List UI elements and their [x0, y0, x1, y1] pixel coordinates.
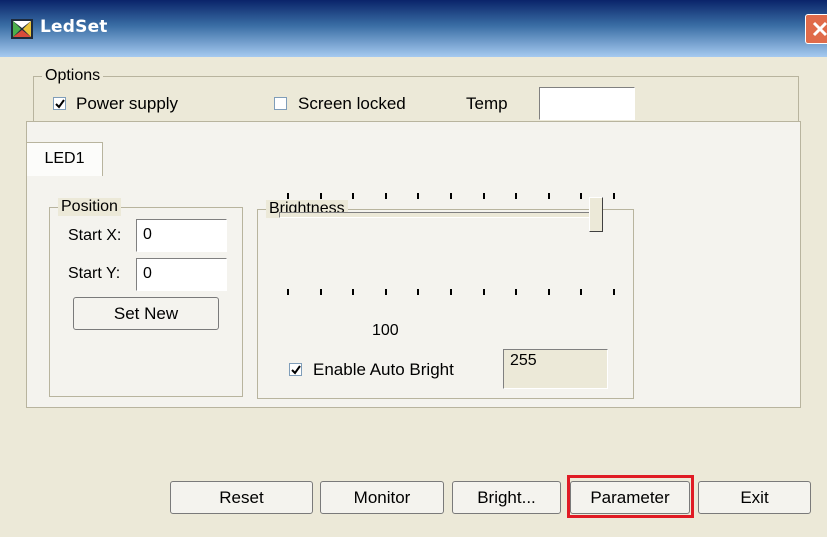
parameter-button[interactable]: Parameter	[570, 481, 690, 514]
slider-tick	[319, 193, 322, 199]
window-title: LedSet	[40, 17, 108, 37]
power-supply-label: Power supply	[76, 94, 179, 113]
power-supply-checkbox[interactable]	[53, 97, 66, 110]
slider-tick	[450, 193, 452, 199]
temp-label: Temp	[466, 94, 508, 113]
slider-tick	[482, 289, 485, 295]
auto-bright-label: Enable Auto Bright	[313, 360, 454, 379]
slider-tick	[352, 193, 355, 199]
slider-tick	[384, 193, 387, 199]
slider-tick	[417, 289, 420, 295]
checkmark-icon	[291, 365, 301, 375]
slider-tick	[417, 193, 420, 199]
screen-locked-label: Screen locked	[298, 94, 406, 113]
screen-locked-checkbox[interactable]	[274, 97, 287, 110]
monitor-button[interactable]: Monitor	[320, 481, 444, 514]
exit-button[interactable]: Exit	[698, 481, 811, 514]
temp-field[interactable]	[539, 87, 635, 120]
position-group-title: Position	[58, 198, 121, 216]
app-logo-icon	[11, 19, 33, 39]
auto-bright-value-field[interactable]: 255	[503, 349, 608, 389]
start-y-field[interactable]: 0	[136, 258, 227, 291]
slider-tick	[613, 289, 615, 295]
slider-tick	[580, 289, 583, 295]
close-button[interactable]	[805, 14, 827, 44]
slider-tick	[547, 193, 550, 199]
start-x-field[interactable]: 0	[136, 219, 227, 252]
slider-tick	[482, 193, 485, 199]
slider-tick	[287, 289, 289, 295]
set-new-button[interactable]: Set New	[73, 297, 219, 330]
close-icon	[812, 21, 827, 37]
slider-tick	[352, 289, 355, 295]
slider-tick	[319, 289, 322, 295]
brightness-value: 100	[372, 322, 399, 339]
checkmark-icon	[55, 99, 65, 109]
tab-led1[interactable]: LED1	[26, 142, 103, 176]
brightness-slider-track[interactable]	[279, 212, 601, 218]
slider-tick	[287, 193, 289, 199]
auto-bright-checkbox[interactable]	[289, 363, 302, 376]
slider-tick	[613, 193, 615, 199]
slider-tick	[450, 289, 452, 295]
title-bar: LedSet	[0, 0, 827, 57]
brightness-slider-thumb[interactable]	[589, 197, 603, 232]
start-y-label: Start Y:	[68, 265, 121, 282]
start-x-label: Start X:	[68, 227, 122, 244]
reset-button[interactable]: Reset	[170, 481, 313, 514]
slider-tick	[515, 193, 518, 199]
slider-tick	[547, 289, 550, 295]
bright-button[interactable]: Bright...	[452, 481, 561, 514]
slider-tick	[515, 289, 518, 295]
slider-tick	[580, 193, 583, 199]
options-group-title: Options	[42, 67, 104, 85]
slider-tick	[384, 289, 387, 295]
